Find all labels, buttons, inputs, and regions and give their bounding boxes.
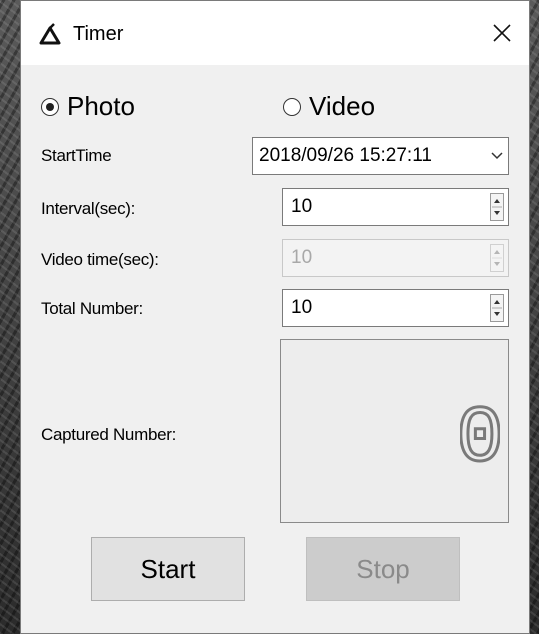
interval-input[interactable]: 10 bbox=[282, 188, 509, 226]
spin-arrows-icon[interactable] bbox=[490, 193, 504, 221]
start-time-label: StartTime bbox=[41, 146, 112, 165]
captured-number-digit: 0 bbox=[460, 394, 500, 466]
video-time-input[interactable]: 10 bbox=[282, 239, 509, 277]
close-button[interactable] bbox=[483, 15, 521, 51]
video-time-label: Video time(sec): bbox=[41, 250, 159, 269]
total-number-input[interactable]: 10 bbox=[282, 289, 509, 327]
photo-radio-circle bbox=[41, 97, 59, 116]
captured-number-value: 0 bbox=[460, 394, 500, 466]
stop-button[interactable]: Stop bbox=[306, 537, 460, 601]
photo-radio[interactable]: Photo bbox=[41, 91, 135, 122]
close-icon bbox=[493, 24, 511, 42]
captured-number-display: 0 bbox=[280, 339, 509, 523]
total-number-label: Total Number: bbox=[41, 299, 143, 318]
spin-arrows-icon[interactable] bbox=[490, 244, 504, 272]
spin-arrows-icon[interactable] bbox=[490, 294, 504, 322]
start-time-picker[interactable]: 2018/09/26 15:27:11 bbox=[252, 137, 509, 175]
timer-dialog: Timer Photo Video StartTime 2018/09/26 1… bbox=[20, 0, 530, 634]
radio-selected-dot bbox=[46, 102, 54, 111]
captured-number-label: Captured Number: bbox=[41, 425, 177, 444]
title-bar: Timer bbox=[21, 1, 529, 65]
interval-label: Interval(sec): bbox=[41, 199, 136, 218]
total-number-value: 10 bbox=[291, 297, 313, 318]
interval-value: 10 bbox=[291, 196, 313, 217]
photo-radio-label: Photo bbox=[67, 91, 135, 121]
timer-app-icon bbox=[39, 23, 61, 45]
start-button[interactable]: Start bbox=[91, 537, 245, 601]
window-title: Timer bbox=[73, 23, 124, 45]
video-radio-circle bbox=[283, 97, 301, 116]
video-time-value: 10 bbox=[291, 247, 313, 268]
video-radio[interactable]: Video bbox=[283, 91, 375, 122]
start-time-value: 2018/09/26 15:27:11 bbox=[259, 145, 432, 166]
video-radio-label: Video bbox=[309, 91, 376, 121]
chevron-down-icon[interactable] bbox=[486, 152, 508, 160]
